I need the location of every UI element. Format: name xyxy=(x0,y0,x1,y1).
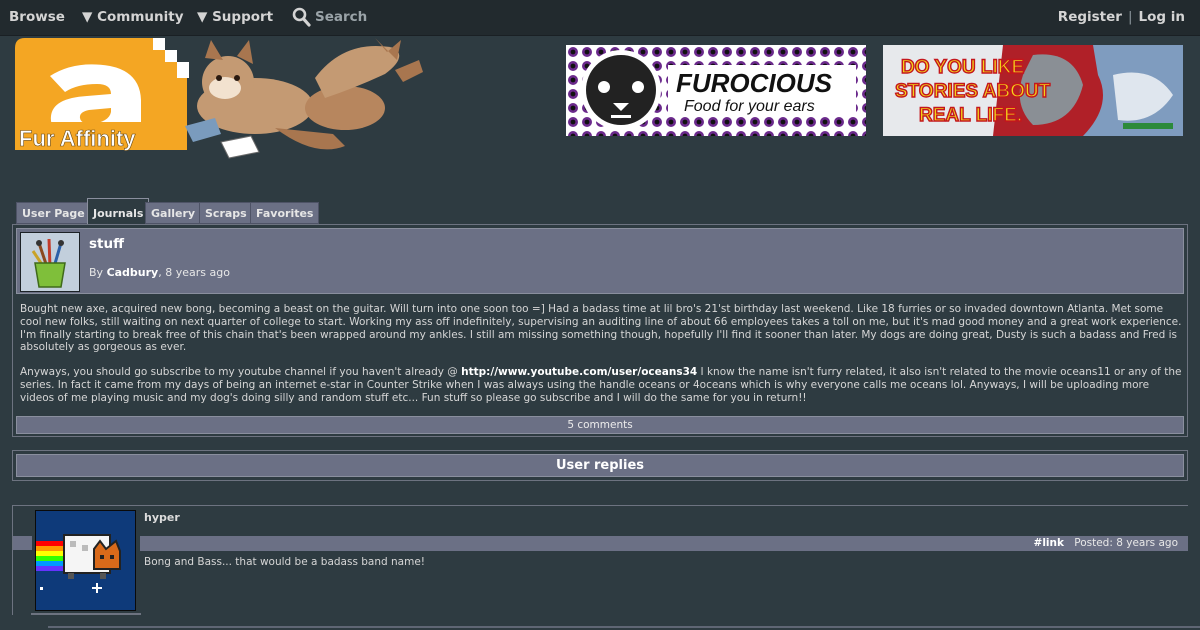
journal-entry: stuff By Cadbury, 8 years ago Bought new… xyxy=(12,224,1188,437)
search-icon xyxy=(292,7,311,27)
comment-meta-bar: #link Posted: 8 years ago xyxy=(140,536,1188,551)
tab-gallery[interactable]: Gallery xyxy=(145,202,202,224)
user-replies-section: User replies xyxy=(12,450,1188,481)
paragraph-2-start: Anyways, you should go subscribe to my y… xyxy=(20,366,462,379)
furocious-banner-art: FUROCIOUS Food for your ears xyxy=(566,45,866,136)
stories-banner[interactable]: DO YOU LIKE STORIES ABOUT REAL LIFE. xyxy=(883,45,1183,136)
author-avatar[interactable] xyxy=(20,232,80,292)
commenter-avatar[interactable] xyxy=(35,510,136,611)
tab-user-page[interactable]: User Page xyxy=(16,202,91,224)
login-link[interactable]: Log in xyxy=(1139,9,1185,25)
site-logo[interactable]: Fur Affinity xyxy=(15,38,425,162)
comment-text: Bong and Bass... that would be a badass … xyxy=(144,556,426,568)
journal-time: , 8 years ago xyxy=(158,266,230,279)
register-link[interactable]: Register xyxy=(1058,9,1122,25)
nav-support-menu[interactable]: ▼ Support xyxy=(197,9,273,27)
stories-line1: DO YOU LIKE xyxy=(901,57,1024,78)
comment-posted-time: Posted: 8 years ago xyxy=(1074,537,1178,549)
journal-paragraph-1: Bought new axe, acquired new bong, becom… xyxy=(20,303,1182,354)
comment-band-left xyxy=(13,536,32,550)
nyan-cat-icon xyxy=(36,511,135,610)
journal-paragraph-2: Anyways, you should go subscribe to my y… xyxy=(20,366,1182,404)
youtube-link[interactable]: http://www.youtube.com/user/oceans34 xyxy=(461,366,697,378)
furocious-banner[interactable]: FUROCIOUS Food for your ears xyxy=(566,45,866,136)
comment-username[interactable]: hyper xyxy=(144,511,180,524)
stories-line2: STORIES ABOUT xyxy=(895,81,1051,102)
top-navbar: Browse ▼ Community ▼ Support Search Regi… xyxy=(0,0,1200,36)
journal-byline: By Cadbury, 8 years ago xyxy=(89,266,230,279)
nav-browse-link[interactable]: Browse xyxy=(9,9,65,27)
comment-divider xyxy=(31,613,141,615)
tab-favorites[interactable]: Favorites xyxy=(250,202,320,224)
journal-header: stuff By Cadbury, 8 years ago xyxy=(16,228,1184,294)
nav-separator: | xyxy=(1127,9,1133,25)
fur-affinity-logo-art: Fur Affinity xyxy=(15,38,423,159)
comments-count-bar[interactable]: 5 comments xyxy=(16,416,1184,434)
stories-banner-art: DO YOU LIKE STORIES ABOUT REAL LIFE. xyxy=(883,45,1183,136)
journal-title[interactable]: stuff xyxy=(89,236,124,252)
furocious-tagline: Food for your ears xyxy=(684,98,815,115)
comment-permalink[interactable]: #link xyxy=(1034,536,1064,550)
journal-body: Bought new axe, acquired new bong, becom… xyxy=(20,303,1182,417)
comment-item: hyper #link Posted: 8 years ago Bong and… xyxy=(12,505,1188,615)
nav-search-button[interactable]: Search xyxy=(292,7,368,27)
next-comment-divider xyxy=(48,626,1200,628)
search-label: Search xyxy=(315,9,368,25)
furocious-title: FUROCIOUS xyxy=(676,68,833,98)
byline-prefix: By xyxy=(89,266,107,279)
tab-journals[interactable]: Journals xyxy=(87,198,150,225)
account-links: Register | Log in xyxy=(1058,9,1185,25)
user-replies-header: User replies xyxy=(16,454,1184,477)
logo-text: Fur Affinity xyxy=(19,126,136,151)
nav-community-menu[interactable]: ▼ Community xyxy=(82,9,184,27)
stories-line3: REAL LIFE. xyxy=(919,105,1022,126)
paintbrush-cup-icon xyxy=(21,233,79,291)
author-link[interactable]: Cadbury xyxy=(107,266,159,279)
tab-scraps[interactable]: Scraps xyxy=(199,202,253,224)
